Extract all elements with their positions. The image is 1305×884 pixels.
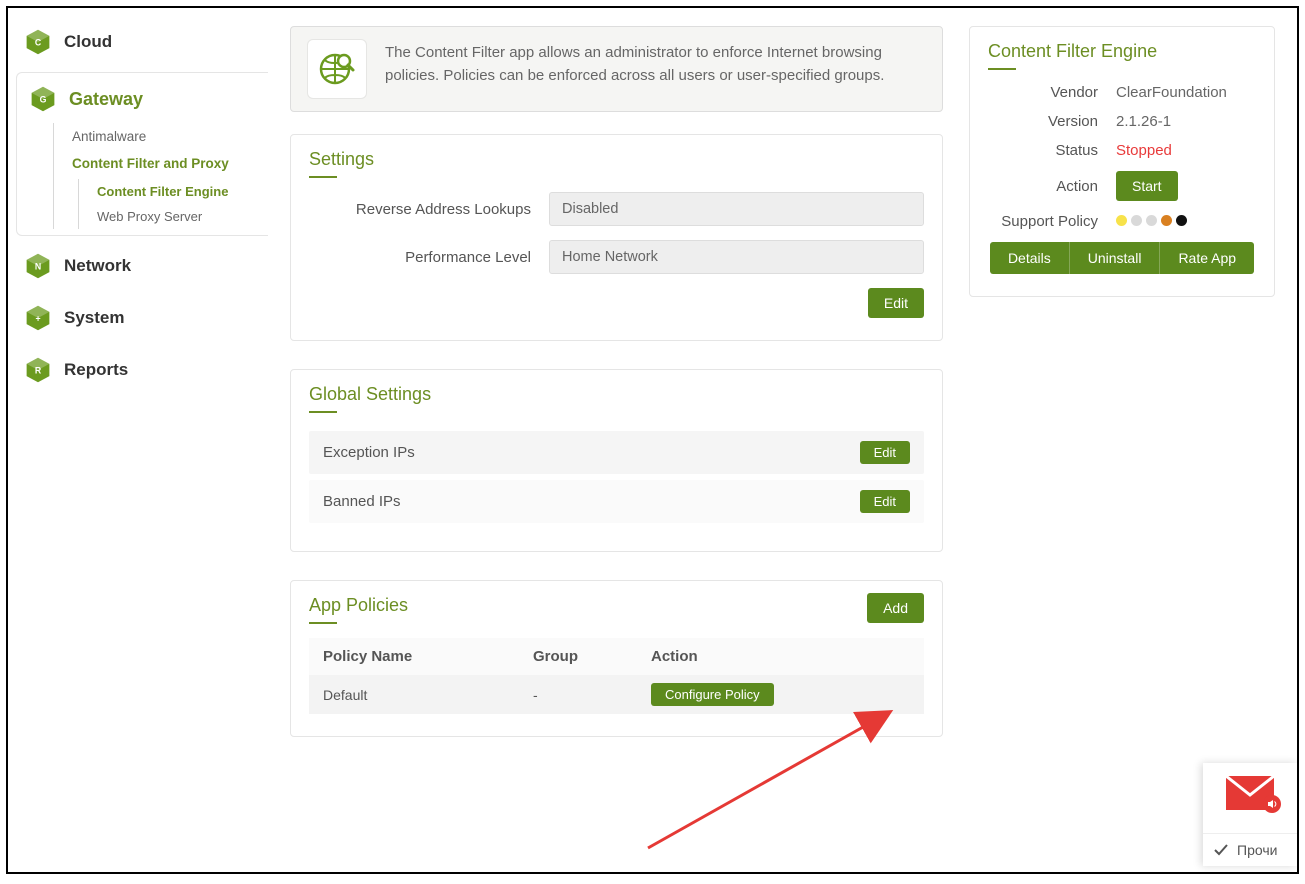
settings-edit-button[interactable]: Edit	[868, 288, 924, 318]
banned-ips-label: Banned IPs	[323, 493, 860, 510]
nav-gateway-label: Gateway	[69, 89, 143, 110]
nav-system[interactable]: + System	[8, 292, 268, 344]
nav-cloud[interactable]: C Cloud	[8, 16, 268, 68]
cube-icon: R	[24, 356, 52, 384]
performance-level-label: Performance Level	[309, 249, 549, 266]
exception-ips-edit-button[interactable]: Edit	[860, 441, 910, 464]
support-policy-dots	[1116, 215, 1187, 226]
notification-widget[interactable]: Прочи	[1203, 763, 1297, 866]
nav-network-label: Network	[64, 256, 131, 276]
settings-panel: Settings Reverse Address Lookups Disable…	[290, 134, 943, 341]
version-label: Version	[988, 113, 1116, 130]
svg-text:R: R	[35, 366, 42, 376]
nav-reports[interactable]: R Reports	[8, 344, 268, 396]
nav-gateway[interactable]: G Gateway	[17, 73, 268, 123]
policies-col-action: Action	[651, 648, 910, 665]
svg-text:N: N	[35, 262, 41, 272]
performance-level-value: Home Network	[549, 240, 924, 274]
policies-col-group: Group	[533, 648, 651, 665]
globe-search-icon	[307, 39, 367, 99]
status-label: Status	[988, 142, 1116, 159]
check-icon	[1213, 842, 1229, 858]
settings-title: Settings	[309, 149, 374, 176]
details-button[interactable]: Details	[990, 242, 1069, 274]
reverse-lookups-label: Reverse Address Lookups	[309, 201, 549, 218]
action-label: Action	[988, 178, 1116, 195]
nav-reports-label: Reports	[64, 360, 128, 380]
nav-cloud-label: Cloud	[64, 32, 112, 52]
app-policies-panel: App Policies Add Policy Name Group Actio…	[290, 580, 943, 737]
policy-row: Default - Configure Policy	[309, 675, 924, 714]
app-description: The Content Filter app allows an adminis…	[290, 26, 943, 112]
support-policy-label: Support Policy	[988, 213, 1116, 230]
version-value: 2.1.26-1	[1116, 113, 1256, 130]
exception-ips-label: Exception IPs	[323, 444, 860, 461]
global-settings-panel: Global Settings Exception IPs Edit Banne…	[290, 369, 943, 552]
subsubnav-web-proxy-server[interactable]: Web Proxy Server	[79, 204, 268, 229]
cube-icon: +	[24, 304, 52, 332]
rate-app-button[interactable]: Rate App	[1159, 242, 1254, 274]
app-policies-title: App Policies	[309, 595, 408, 622]
policy-row-group: -	[533, 687, 651, 703]
configure-policy-button[interactable]: Configure Policy	[651, 683, 774, 706]
dot-icon	[1116, 215, 1127, 226]
subsubnav-content-filter-engine[interactable]: Content Filter Engine	[79, 179, 268, 204]
policies-col-name: Policy Name	[323, 648, 533, 665]
dot-icon	[1131, 215, 1142, 226]
app-description-text: The Content Filter app allows an adminis…	[385, 39, 926, 99]
start-button[interactable]: Start	[1116, 171, 1178, 201]
cube-icon: G	[29, 85, 57, 113]
uninstall-button[interactable]: Uninstall	[1069, 242, 1160, 274]
status-value: Stopped	[1116, 142, 1256, 159]
nav-network[interactable]: N Network	[8, 240, 268, 292]
dot-icon	[1161, 215, 1172, 226]
subnav-content-filter-proxy[interactable]: Content Filter and Proxy	[54, 150, 268, 177]
cube-icon: C	[24, 28, 52, 56]
engine-title: Content Filter Engine	[988, 41, 1157, 68]
nav-gateway-panel: G Gateway Antimalware Content Filter and…	[16, 72, 268, 236]
cube-icon: N	[24, 252, 52, 280]
notification-label: Прочи	[1237, 842, 1277, 858]
svg-text:+: +	[35, 314, 40, 324]
dot-icon	[1146, 215, 1157, 226]
subnav-antimalware[interactable]: Antimalware	[54, 123, 268, 150]
nav-system-label: System	[64, 308, 124, 328]
dot-icon	[1176, 215, 1187, 226]
global-settings-title: Global Settings	[309, 384, 431, 411]
add-policy-button[interactable]: Add	[867, 593, 924, 623]
notification-row[interactable]: Прочи	[1203, 833, 1297, 866]
engine-panel: Content Filter Engine Vendor ClearFounda…	[969, 26, 1275, 297]
svg-text:C: C	[35, 38, 42, 48]
vendor-value: ClearFoundation	[1116, 84, 1256, 101]
vendor-label: Vendor	[988, 84, 1116, 101]
banned-ips-edit-button[interactable]: Edit	[860, 490, 910, 513]
reverse-lookups-value: Disabled	[549, 192, 924, 226]
svg-text:G: G	[40, 95, 47, 105]
policy-row-name: Default	[323, 687, 533, 703]
sound-badge-icon	[1263, 795, 1281, 813]
